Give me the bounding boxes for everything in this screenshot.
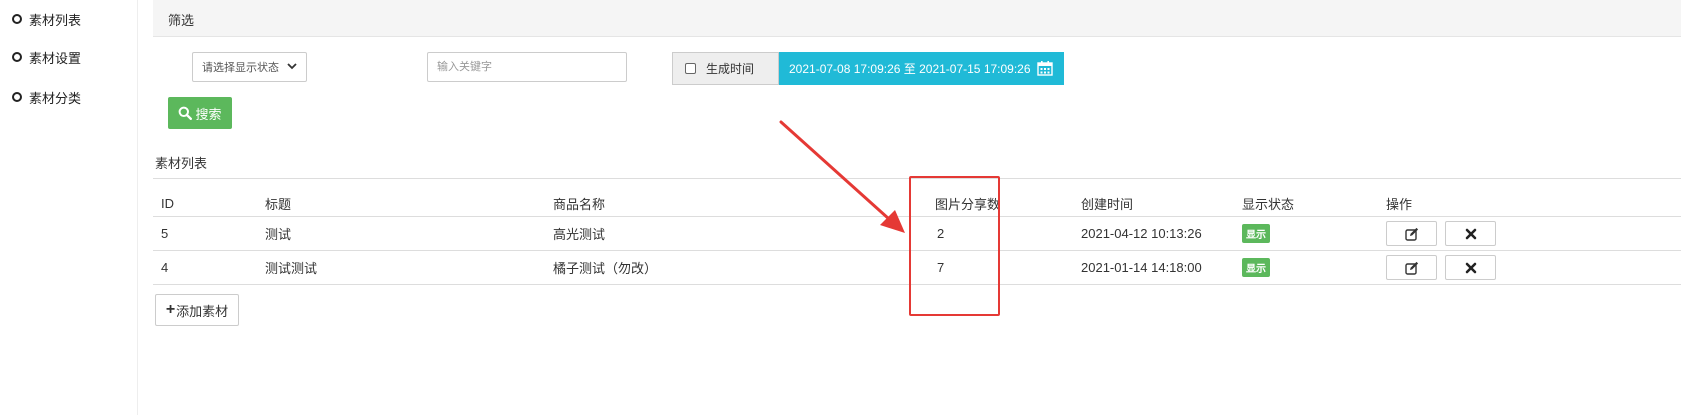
search-button[interactable]: 搜索	[168, 97, 232, 129]
search-button-label: 搜索	[195, 106, 222, 122]
add-material-label: 添加素材	[176, 303, 229, 319]
search-icon	[179, 106, 193, 120]
annotation-highlight-box	[909, 176, 1000, 316]
edit-icon	[1404, 261, 1418, 275]
gen-time-label: 生成时间	[706, 62, 755, 76]
close-icon	[1465, 262, 1476, 273]
column-header-id: ID	[161, 195, 174, 211]
cell-ops	[1386, 217, 1496, 250]
column-header-created: 创建时间	[1081, 196, 1134, 212]
status-badge: 显示	[1242, 258, 1270, 277]
edit-button[interactable]	[1386, 221, 1437, 246]
cell-status: 显示	[1242, 251, 1270, 284]
cell-title: 测试测试	[265, 261, 318, 276]
date-range-picker[interactable]: 2021-07-08 17:09:26 至 2021-07-15 17:09:2…	[779, 52, 1064, 85]
status-select[interactable]: 请选择显示状态	[192, 52, 307, 82]
close-icon	[1465, 228, 1476, 239]
date-range-value: 2021-07-08 17:09:26 至 2021-07-15 17:09:2…	[789, 62, 1031, 76]
delete-button[interactable]	[1445, 255, 1496, 280]
column-header-goods: 商品名称	[553, 196, 606, 212]
edit-button[interactable]	[1386, 255, 1437, 280]
status-badge: 显示	[1242, 224, 1270, 243]
sidebar-item-label: 素材设置	[29, 50, 82, 66]
sidebar-item-material-category[interactable]: 素材分类	[12, 87, 81, 107]
status-select-value: 请选择显示状态	[202, 62, 279, 74]
edit-icon	[1404, 227, 1418, 241]
keyword-input[interactable]	[427, 52, 627, 82]
filter-header: 筛选	[153, 0, 1681, 37]
circle-icon	[12, 14, 22, 24]
circle-icon	[12, 92, 22, 102]
cell-created: 2021-01-14 14:18:00	[1081, 260, 1202, 275]
cell-created: 2021-04-12 10:13:26	[1081, 226, 1202, 241]
column-header-title: 标题	[265, 196, 292, 212]
cell-status: 显示	[1242, 217, 1270, 250]
cell-goods: 橘子测试（勿改）	[553, 261, 658, 276]
sidebar: 素材列表 素材设置 素材分类	[0, 0, 138, 415]
column-header-ops: 操作	[1386, 196, 1413, 212]
cell-title: 测试	[265, 227, 292, 242]
sidebar-item-material-settings[interactable]: 素材设置	[12, 47, 81, 67]
cell-ops	[1386, 251, 1496, 284]
list-title: 素材列表	[155, 156, 208, 171]
cell-goods: 高光测试	[553, 227, 606, 242]
sidebar-item-label: 素材分类	[29, 90, 82, 106]
circle-icon	[12, 52, 22, 62]
chevron-down-icon	[287, 62, 297, 73]
cell-id: 5	[161, 226, 169, 241]
column-header-status: 显示状态	[1242, 196, 1295, 212]
calendar-icon[interactable]	[1036, 61, 1053, 76]
sidebar-item-label: 素材列表	[29, 12, 82, 28]
main-content: 筛选 请选择显示状态 生成时间 2021-07-08 17:09:26 至 20…	[153, 0, 1681, 415]
plus-icon: +	[165, 301, 176, 318]
gen-time-toggle[interactable]: 生成时间	[672, 52, 779, 85]
sidebar-item-material-list[interactable]: 素材列表	[12, 9, 81, 29]
gen-time-checkbox[interactable]	[685, 63, 696, 74]
delete-button[interactable]	[1445, 221, 1496, 246]
add-material-button[interactable]: + 添加素材	[155, 294, 239, 326]
cell-id: 4	[161, 260, 169, 275]
